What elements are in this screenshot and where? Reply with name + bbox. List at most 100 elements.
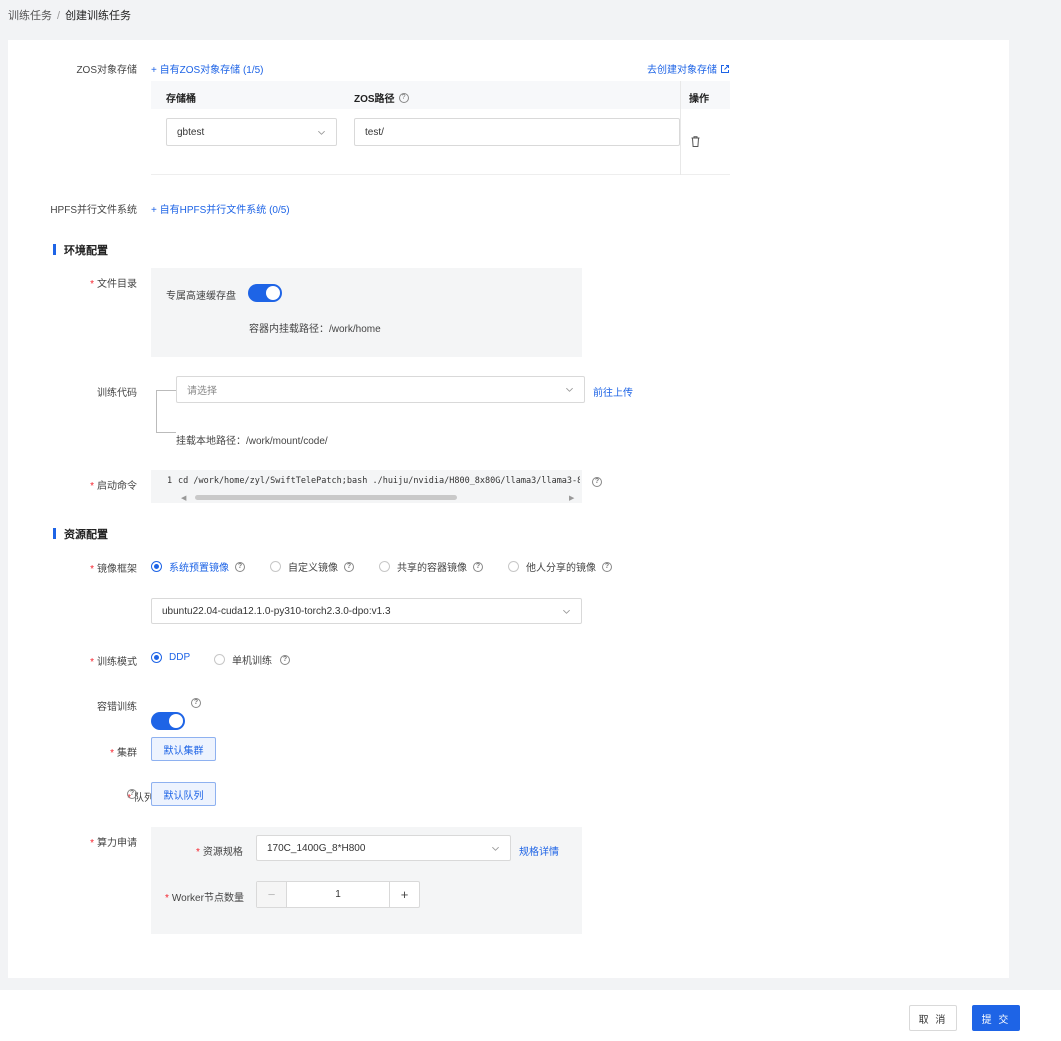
radio-single-label: 单机训练 — [232, 656, 272, 667]
res-section-title: 资源配置 — [53, 526, 108, 542]
scroll-left-icon[interactable]: ◀ — [181, 494, 186, 502]
breadcrumb-parent[interactable]: 训练任务 — [8, 10, 52, 22]
line-number: 1 — [167, 476, 173, 486]
env-section-label: 环境配置 — [64, 245, 108, 257]
help-icon[interactable]: ? — [280, 654, 290, 665]
breadcrumb-current: 创建训练任务 — [65, 10, 132, 22]
local-mount-path: 挂载本地路径：/work/mount/code/ — [176, 436, 328, 447]
hpfs-label: HPFS并行文件系统 — [50, 205, 137, 216]
cache-disk-toggle[interactable] — [248, 284, 282, 302]
help-icon[interactable]: ? — [191, 698, 201, 708]
scroll-right-icon[interactable]: ▶ — [569, 494, 574, 502]
queue-default-button[interactable]: 默认队列 — [151, 782, 216, 806]
worker-count-input[interactable]: 1 — [287, 882, 389, 907]
image-select[interactable]: ubuntu22.04-cuda12.1.0-py310-torch2.3.0-… — [151, 598, 582, 624]
file-dir-panel — [151, 268, 582, 357]
column-bucket: 存储桶 — [166, 94, 196, 105]
column-path: ZOS路径 ? — [354, 90, 409, 105]
start-cmd-code[interactable]: cd /work/home/zyl/SwiftTelePatch;bash ./… — [178, 476, 580, 486]
upload-link[interactable]: 前往上传 — [593, 384, 633, 399]
help-icon[interactable]: ? — [235, 561, 245, 572]
add-hpfs-link[interactable]: + 自有HPFS并行文件系统 (0/5) — [151, 201, 290, 216]
radio-others-shared-image[interactable]: 他人分享的镜像 ? — [508, 559, 612, 574]
radio-custom-image-label: 自定义镜像 — [288, 563, 338, 574]
chevron-down-icon — [492, 846, 499, 851]
env-section-title: 环境配置 — [53, 242, 108, 258]
radio-dot — [151, 652, 162, 663]
help-icon[interactable]: ? — [344, 561, 354, 572]
radio-custom-image[interactable]: 自定义镜像 ? — [270, 559, 354, 574]
spec-detail-link[interactable]: 规格详情 — [519, 843, 559, 858]
create-object-storage-link[interactable]: 去创建对象存储 — [647, 61, 730, 76]
decrement-button[interactable]: − — [257, 882, 287, 907]
radio-system-image[interactable]: 系统预置镜像 ? — [151, 559, 245, 574]
help-icon[interactable]: ? — [592, 477, 602, 487]
trash-icon[interactable] — [691, 136, 700, 147]
fault-tolerant-toggle[interactable] — [151, 712, 185, 730]
radio-dot — [379, 561, 390, 572]
fault-tolerant-label: 容错训练 — [97, 702, 137, 713]
radio-dot — [151, 561, 162, 572]
spec-label: * 资源规格 — [196, 847, 243, 858]
train-mode-label-text: 训练模式 — [97, 657, 137, 668]
radio-single-machine[interactable]: 单机训练 ? — [214, 652, 290, 667]
column-path-label: ZOS路径 — [354, 94, 395, 105]
zos-label: ZOS对象存储 — [76, 65, 137, 76]
start-cmd-label: * 启动命令 — [90, 481, 137, 492]
cache-disk-label: 专属高速缓存盘 — [166, 291, 236, 302]
create-object-storage-label: 去创建对象存储 — [647, 65, 717, 76]
train-mode-label: * 训练模式 — [90, 657, 137, 668]
cluster-default-button[interactable]: 默认集群 — [151, 737, 216, 761]
compute-label-text: 算力申请 — [97, 838, 137, 849]
cluster-label: * 集群 — [110, 748, 137, 759]
help-icon[interactable]: ? — [127, 789, 137, 799]
worker-count-label-text: Worker节点数量 — [171, 893, 244, 904]
container-mount-path: 容器内挂载路径：/work/home — [249, 324, 381, 335]
horizontal-scrollbar[interactable] — [195, 495, 457, 500]
train-code-select[interactable]: 请选择 — [176, 376, 585, 403]
tree-connector — [156, 390, 176, 433]
help-icon[interactable]: ? — [602, 561, 612, 572]
help-icon[interactable]: ? — [398, 92, 409, 103]
radio-others-image-label: 他人分享的镜像 — [526, 563, 596, 574]
bucket-select-value: gbtest — [177, 126, 205, 138]
breadcrumb-separator: / — [57, 10, 61, 22]
column-action: 操作 — [689, 94, 709, 105]
file-dir-label: * 文件目录 — [90, 279, 137, 290]
res-section-label: 资源配置 — [64, 529, 108, 541]
external-link-icon — [721, 64, 729, 73]
image-select-value: ubuntu22.04-cuda12.1.0-py310-torch2.3.0-… — [162, 605, 391, 617]
radio-dot — [508, 561, 519, 572]
file-dir-label-text: 文件目录 — [97, 279, 137, 290]
submit-button[interactable]: 提 交 — [972, 1005, 1020, 1031]
zos-path-value: test/ — [365, 126, 384, 138]
compute-label: * 算力申请 — [90, 838, 137, 849]
section-bar — [53, 244, 56, 255]
radio-ddp-label: DDP — [169, 652, 191, 663]
breadcrumb: 训练任务 / 创建训练任务 — [8, 7, 131, 23]
footer-bar — [0, 990, 1061, 1041]
bucket-select[interactable]: gbtest — [166, 118, 337, 146]
image-label-text: 镜像框架 — [97, 564, 137, 575]
cancel-button[interactable]: 取 消 — [909, 1005, 957, 1031]
cluster-label-text: 集群 — [117, 748, 137, 759]
chevron-down-icon — [566, 387, 573, 392]
increment-button[interactable]: + — [389, 882, 419, 907]
worker-count-stepper[interactable]: − 1 + — [256, 881, 420, 908]
spec-select[interactable]: 170C_1400G_8*H800 — [256, 835, 511, 861]
radio-shared-image-label: 共享的容器镜像 — [397, 563, 467, 574]
radio-ddp[interactable]: DDP — [151, 652, 190, 663]
train-code-label: 训练代码 — [97, 388, 137, 399]
spec-select-value: 170C_1400G_8*H800 — [267, 842, 366, 854]
start-cmd-label-text: 启动命令 — [97, 481, 137, 492]
add-zos-link[interactable]: + 自有ZOS对象存储 (1/5) — [151, 61, 264, 76]
radio-dot — [214, 654, 225, 665]
spec-label-text: 资源规格 — [202, 847, 243, 858]
zos-table-header — [151, 81, 730, 109]
zos-path-input[interactable]: test/ — [354, 118, 680, 146]
radio-shared-container-image[interactable]: 共享的容器镜像 ? — [379, 559, 483, 574]
worker-count-label: * Worker节点数量 — [165, 893, 244, 904]
radio-system-image-label: 系统预置镜像 — [169, 563, 229, 574]
radio-dot — [270, 561, 281, 572]
help-icon[interactable]: ? — [473, 561, 483, 572]
